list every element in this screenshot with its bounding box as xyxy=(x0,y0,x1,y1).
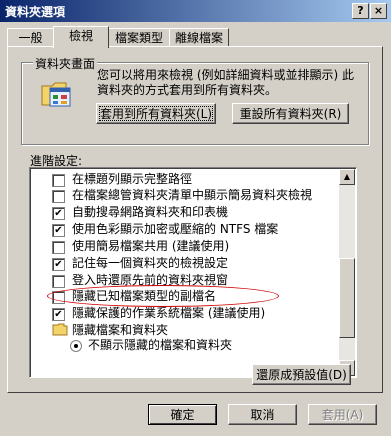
folder-icon xyxy=(52,323,68,336)
list-item: 自動搜尋網路資料夾和印表機 xyxy=(72,205,229,219)
folder-views-title: 資料夾畫面 xyxy=(33,55,98,72)
folder-view-icon xyxy=(41,82,71,107)
list-item: 記住每一個資料夾的檢視設定 xyxy=(72,256,229,270)
checkbox-simple-file-sharing[interactable] xyxy=(52,241,65,254)
list-item: 使用色彩顯示加密或壓縮的 NTFS 檔案 xyxy=(72,222,279,236)
reset-all-folders-button[interactable]: 重設所有資料夾(R) xyxy=(232,103,349,124)
list-item: 隱藏保護的作業系統檔案 (建議使用) xyxy=(72,306,266,320)
checkbox-hide-extensions[interactable] xyxy=(52,291,65,304)
tab-view[interactable]: 檢視 xyxy=(53,26,109,48)
checkbox-remember-view-settings[interactable]: ✔ xyxy=(52,258,65,271)
ok-button[interactable]: 確定 xyxy=(148,404,217,425)
help-button[interactable]: ? xyxy=(352,3,369,19)
tab-offline-files[interactable]: 離線檔案 xyxy=(169,28,229,47)
list-item: 隱藏檔案和資料夾 xyxy=(72,323,169,337)
checkbox-hide-protected-os-files[interactable]: ✔ xyxy=(52,308,65,321)
checkbox-restore-folder-windows[interactable] xyxy=(52,275,65,288)
apply-to-all-folders-button[interactable]: 套用到所有資料夾(L) xyxy=(96,103,216,124)
apply-button[interactable]: 套用(A) xyxy=(308,404,377,425)
checkbox-auto-search-network[interactable]: ✔ xyxy=(52,207,65,220)
list-item: 隱藏已知檔案類型的副檔名 xyxy=(72,289,217,303)
folder-views-description: 您可以將用來檢視 (例如詳細資料或並排顯示) 此資料夾的方式套用到所有資料夾。 xyxy=(97,68,354,97)
tab-file-types[interactable]: 檔案類型 xyxy=(108,28,170,47)
list-item: 在標題列顯示完整路徑 xyxy=(72,172,193,186)
list-item: 在檔案總管資料夾清單中顯示簡易資料夾檢視 xyxy=(72,188,313,202)
title-bar: 資料夾選項 ? × xyxy=(0,0,391,22)
list-item: 不顯示隱藏的檔案和資料夾 xyxy=(88,338,233,352)
list-item: 使用簡易檔案共用 (建議使用) xyxy=(72,239,230,253)
restore-defaults-button[interactable]: 還原成預設值(D) xyxy=(252,364,351,385)
advanced-settings-list[interactable]: 在標題列顯示完整路徑 在檔案總管資料夾清單中顯示簡易資料夾檢視 ✔ 自動搜尋網路… xyxy=(29,167,357,378)
close-button[interactable]: × xyxy=(370,3,387,19)
radio-do-not-show-hidden[interactable] xyxy=(70,340,82,352)
window-title: 資料夾選項 xyxy=(5,5,66,19)
checkbox-simple-folder-view[interactable] xyxy=(52,190,65,203)
scrollbar-thumb[interactable] xyxy=(339,258,355,338)
list-item: 登入時還原先前的資料夾視窗 xyxy=(72,273,229,287)
checkbox-show-full-path-title[interactable] xyxy=(52,174,65,187)
tab-general[interactable]: 一般 xyxy=(7,28,54,47)
checkbox-color-ntfs[interactable]: ✔ xyxy=(52,224,65,237)
cancel-button[interactable]: 取消 xyxy=(228,404,297,425)
scroll-up-button[interactable]: ▲ xyxy=(339,169,355,185)
